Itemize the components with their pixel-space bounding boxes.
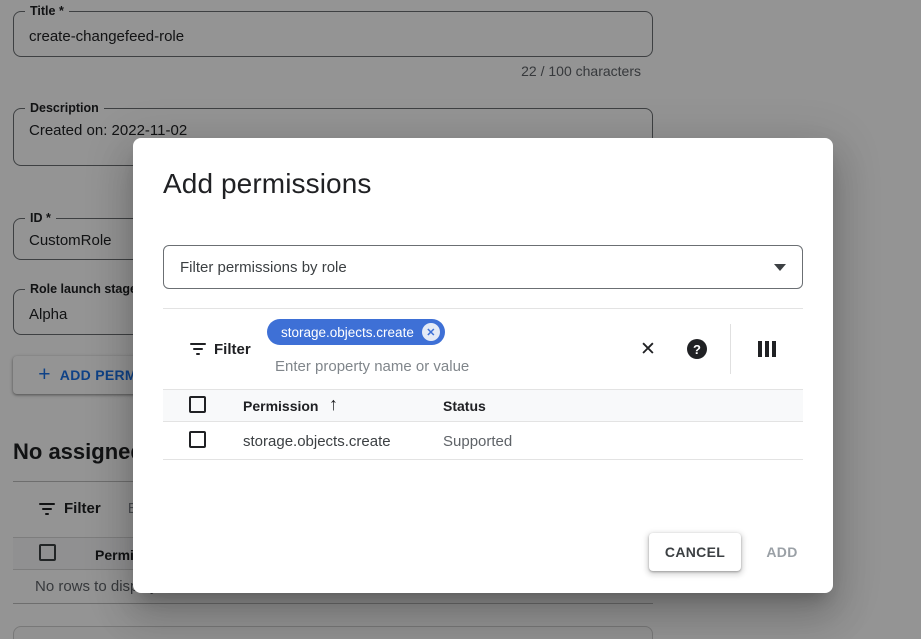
help-icon[interactable]: ? — [687, 339, 707, 359]
cancel-button[interactable]: CANCEL — [649, 533, 741, 571]
divider — [730, 324, 731, 374]
filter-permissions-by-role-placeholder: Filter permissions by role — [180, 259, 347, 276]
filter-icon — [190, 343, 206, 355]
divider — [163, 308, 803, 309]
filter-chip-label: storage.objects.create — [281, 325, 414, 340]
row-checkbox[interactable] — [189, 431, 206, 448]
row-permission-cell: storage.objects.create — [243, 433, 391, 450]
column-display-icon[interactable] — [758, 341, 776, 357]
dialog-title: Add permissions — [163, 168, 371, 200]
select-all-checkbox[interactable] — [189, 396, 206, 413]
table-row[interactable]: storage.objects.create Supported — [163, 423, 803, 460]
add-button[interactable]: ADD — [747, 533, 817, 571]
sort-ascending-icon[interactable]: ↑ — [329, 394, 338, 415]
clear-filters-icon[interactable]: ✕ — [635, 336, 661, 362]
permissions-table-header: Permission ↑ Status — [163, 389, 803, 422]
filter-label: Filter — [214, 341, 251, 358]
create-role-page: Title * create-changefeed-role 22 / 100 … — [0, 0, 921, 639]
permission-column-header[interactable]: Permission — [243, 398, 318, 414]
chip-remove-icon[interactable]: ✕ — [422, 323, 440, 341]
filter-chip[interactable]: storage.objects.create ✕ — [267, 319, 445, 345]
add-permissions-dialog: Add permissions Filter permissions by ro… — [133, 138, 833, 593]
filter-input[interactable]: Enter property name or value — [275, 358, 469, 375]
chevron-down-icon — [774, 264, 786, 271]
filter-permissions-by-role-select[interactable]: Filter permissions by role — [163, 245, 803, 289]
status-column-header[interactable]: Status — [443, 398, 486, 414]
row-status-cell: Supported — [443, 433, 512, 450]
